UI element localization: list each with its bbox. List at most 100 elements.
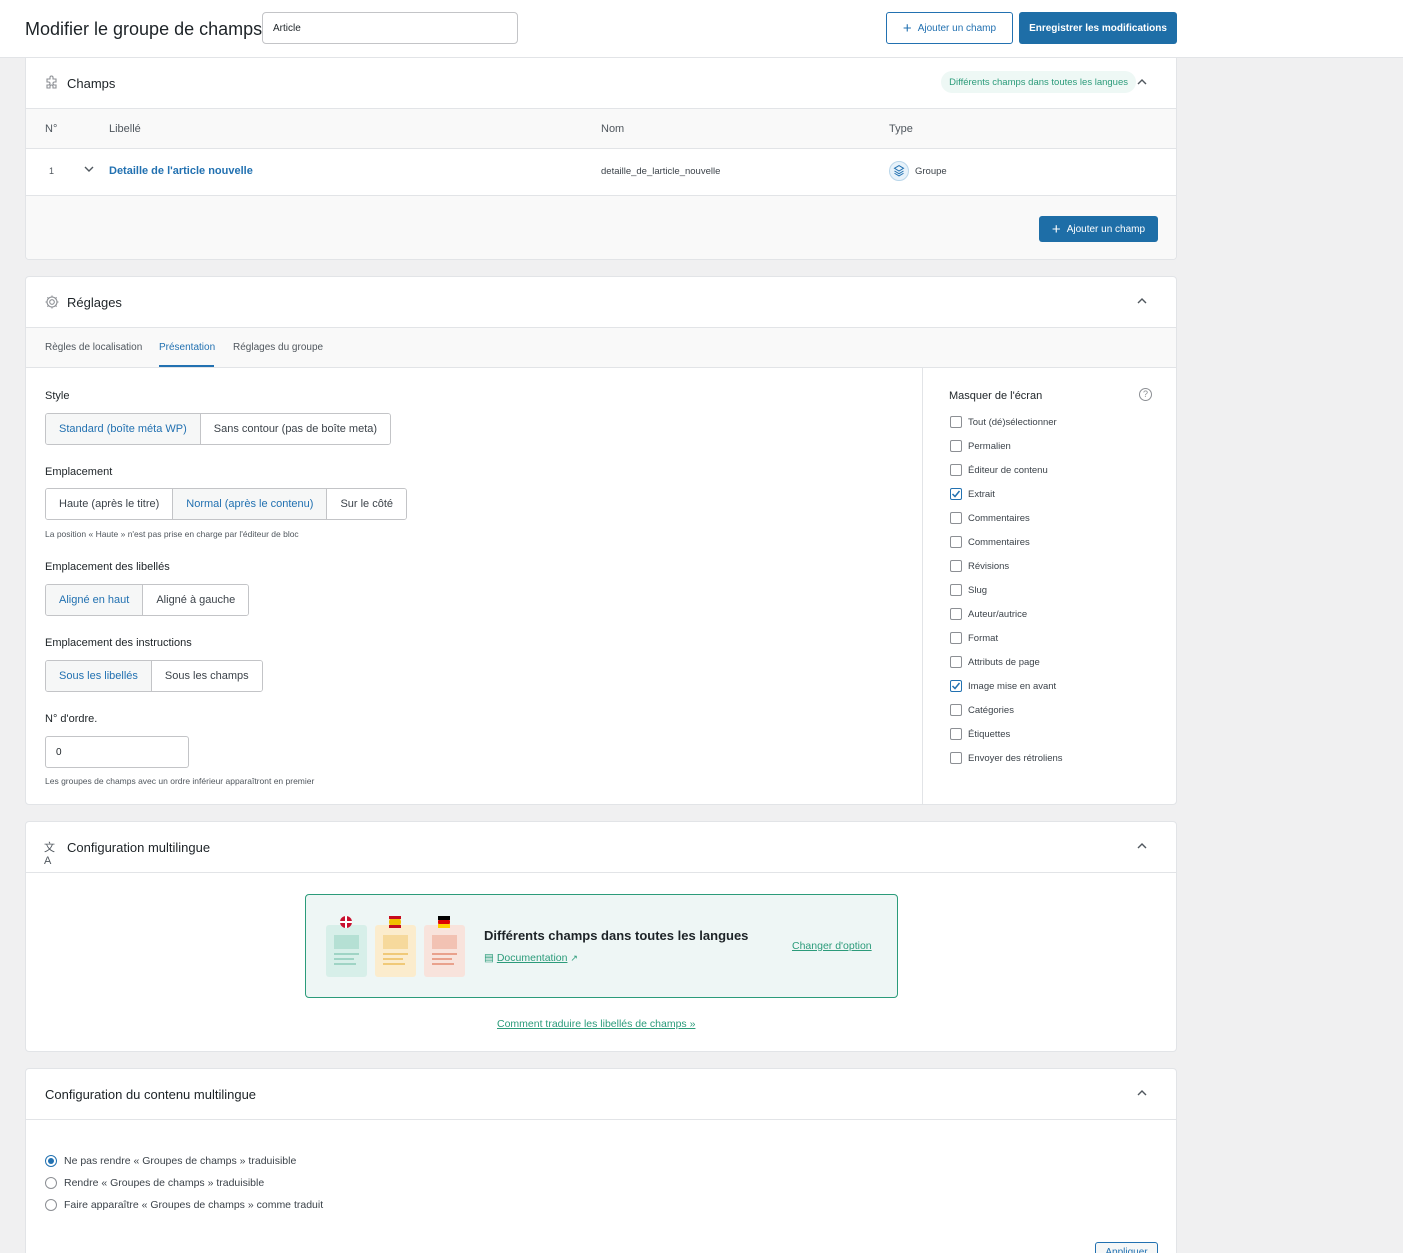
hide-option-checkbox[interactable]: Slug: [950, 584, 987, 596]
settings-panel-title: Réglages: [67, 295, 122, 310]
hide-option-checkbox[interactable]: Étiquettes: [950, 728, 1010, 740]
settings-panel-header: Réglages: [26, 277, 1176, 328]
label-option-left[interactable]: Aligné à gauche: [143, 585, 249, 615]
settings-tabs: Règles de localisation Présentation Régl…: [26, 328, 1176, 368]
style-label: Style: [45, 390, 70, 402]
checkbox-icon: [950, 584, 962, 596]
hide-option-checkbox[interactable]: Attributs de page: [950, 656, 1040, 668]
hide-option-checkbox[interactable]: Envoyer des rétroliens: [950, 752, 1063, 764]
hide-option-checkbox[interactable]: Commentaires: [950, 536, 1030, 548]
radio-display-as-translated[interactable]: Faire apparaître « Groupes de champs » c…: [45, 1199, 323, 1211]
position-selector: Haute (après le titre) Normal (après le …: [45, 488, 408, 520]
label-option-top[interactable]: Aligné en haut: [46, 585, 144, 615]
help-icon[interactable]: ?: [1139, 388, 1152, 401]
radio-not-translatable[interactable]: Ne pas rendre « Groupes de champs » trad…: [45, 1155, 296, 1167]
multilingual-panel: 文A Configuration multilingue Différents …: [25, 821, 1177, 1052]
tab-group-settings[interactable]: Réglages du groupe: [233, 342, 323, 353]
checkbox-label: Attributs de page: [968, 656, 1040, 668]
fields-footer: + Ajouter un champ: [26, 196, 1176, 259]
radio-button: [45, 1199, 57, 1211]
plus-icon: +: [1051, 220, 1061, 238]
hide-option-checkbox[interactable]: Révisions: [950, 560, 1009, 572]
hide-option-checkbox[interactable]: Tout (dé)sélectionner: [950, 416, 1057, 428]
hide-option-checkbox[interactable]: Commentaires: [950, 512, 1030, 524]
chevron-up-icon[interactable]: [1136, 295, 1148, 307]
save-changes-button[interactable]: Enregistrer les modifications: [1019, 12, 1177, 44]
radio-label: Rendre « Groupes de champs » traduisible: [64, 1177, 265, 1189]
change-option-link[interactable]: Changer d'option: [792, 940, 872, 952]
instruction-option-labels[interactable]: Sous les libellés: [46, 661, 152, 691]
checkbox-label: Auteur/autrice: [968, 608, 1028, 620]
chevron-up-icon[interactable]: [1136, 76, 1148, 88]
group-title-input[interactable]: [262, 12, 518, 44]
radio-translatable[interactable]: Rendre « Groupes de champs » traduisible: [45, 1177, 264, 1189]
checkbox-icon: [950, 536, 962, 548]
checkbox-checked-icon: [950, 488, 962, 500]
position-option-normal[interactable]: Normal (après le contenu): [173, 489, 328, 519]
style-option-seamless[interactable]: Sans contour (pas de boîte meta): [200, 414, 391, 444]
chevron-up-icon[interactable]: [1136, 840, 1148, 852]
top-bar: Modifier le groupe de champs + Ajouter u…: [0, 0, 1403, 58]
translate-labels-link[interactable]: Comment traduire les libellés de champs …: [497, 1018, 695, 1030]
checkbox-icon: [950, 560, 962, 572]
checkbox-label: Permalien: [968, 440, 1011, 452]
checkbox-label: Catégories: [968, 704, 1014, 716]
chevron-down-icon[interactable]: [83, 163, 95, 178]
hide-option-checkbox[interactable]: Format: [950, 632, 998, 644]
field-label-link[interactable]: Detaille de l'article nouvelle: [109, 165, 253, 177]
content-config-panel: Configuration du contenu multilingue Ne …: [25, 1068, 1177, 1253]
content-config-title: Configuration du contenu multilingue: [45, 1087, 257, 1102]
plus-icon: +: [902, 19, 912, 37]
hide-option-checkbox[interactable]: Image mise en avant: [950, 680, 1056, 692]
radio-label: Ne pas rendre « Groupes de champs » trad…: [64, 1155, 297, 1167]
hide-option-checkbox[interactable]: Permalien: [950, 440, 1011, 452]
checkbox-checked-icon: [950, 680, 962, 692]
checkbox-icon: [950, 752, 962, 764]
field-type: Groupe: [915, 166, 947, 177]
order-hint: Les groupes de champs avec un ordre infé…: [45, 776, 315, 786]
hide-option-checkbox[interactable]: Extrait: [950, 488, 995, 500]
active-tab-indicator: [159, 365, 214, 367]
page-title: Modifier le groupe de champs: [25, 19, 263, 39]
hide-option-checkbox[interactable]: Catégories: [950, 704, 1014, 716]
apply-button[interactable]: Appliquer: [1095, 1242, 1158, 1253]
multilingual-panel-title: Configuration multilingue: [67, 840, 211, 855]
language-cards-illustration: [326, 916, 465, 977]
col-num: N°: [45, 123, 58, 135]
instruction-option-fields[interactable]: Sous les champs: [151, 661, 262, 691]
position-option-side[interactable]: Sur le côté: [327, 489, 407, 519]
checkbox-label: Révisions: [968, 560, 1010, 572]
add-field-label: Ajouter un champ: [1066, 223, 1146, 235]
external-link-icon: ↗: [570, 953, 578, 963]
chevron-up-icon[interactable]: [1136, 1087, 1148, 1099]
tab-location-rules[interactable]: Règles de localisation: [45, 342, 142, 353]
position-hint: La position « Haute » n'est pas prise en…: [45, 529, 299, 539]
order-label: N° d'ordre.: [45, 713, 98, 725]
checkbox-icon: [950, 704, 962, 716]
hide-on-screen-label: Masquer de l'écran: [949, 390, 1043, 402]
order-input[interactable]: [45, 736, 189, 768]
position-label: Emplacement: [45, 466, 113, 478]
instruction-placement-selector: Sous les libellés Sous les champs: [45, 660, 263, 692]
tab-presentation[interactable]: Présentation: [159, 342, 215, 353]
position-option-high[interactable]: Haute (après le titre): [46, 489, 174, 519]
hide-option-checkbox[interactable]: Auteur/autrice: [950, 608, 1027, 620]
style-option-standard[interactable]: Standard (boîte méta WP): [46, 414, 201, 444]
puzzle-icon: [44, 75, 60, 91]
table-row[interactable]: 1 Detaille de l'article nouvelle detaill…: [26, 149, 1176, 196]
documentation-link-label: Documentation: [496, 952, 568, 964]
checkbox-icon: [950, 512, 962, 524]
checkbox-label: Étiquettes: [968, 728, 1011, 740]
hide-option-checkbox[interactable]: Éditeur de contenu: [950, 464, 1048, 476]
checkbox-label: Éditeur de contenu: [968, 464, 1048, 476]
checkbox-label: Tout (dé)sélectionner: [968, 416, 1057, 428]
radio-label: Faire apparaître « Groupes de champs » c…: [64, 1199, 324, 1211]
checkbox-icon: [950, 464, 962, 476]
checkbox-icon: [950, 656, 962, 668]
add-field-button[interactable]: + Ajouter un champ: [1039, 216, 1158, 242]
documentation-link[interactable]: ▤ Documentation ↗: [484, 952, 578, 964]
col-label: Libellé: [109, 123, 141, 135]
fields-panel-header: Champs Différents champs dans toutes les…: [26, 58, 1176, 109]
label-placement-label: Emplacement des libellés: [45, 561, 170, 573]
add-field-button-top[interactable]: + Ajouter un champ: [886, 12, 1013, 44]
